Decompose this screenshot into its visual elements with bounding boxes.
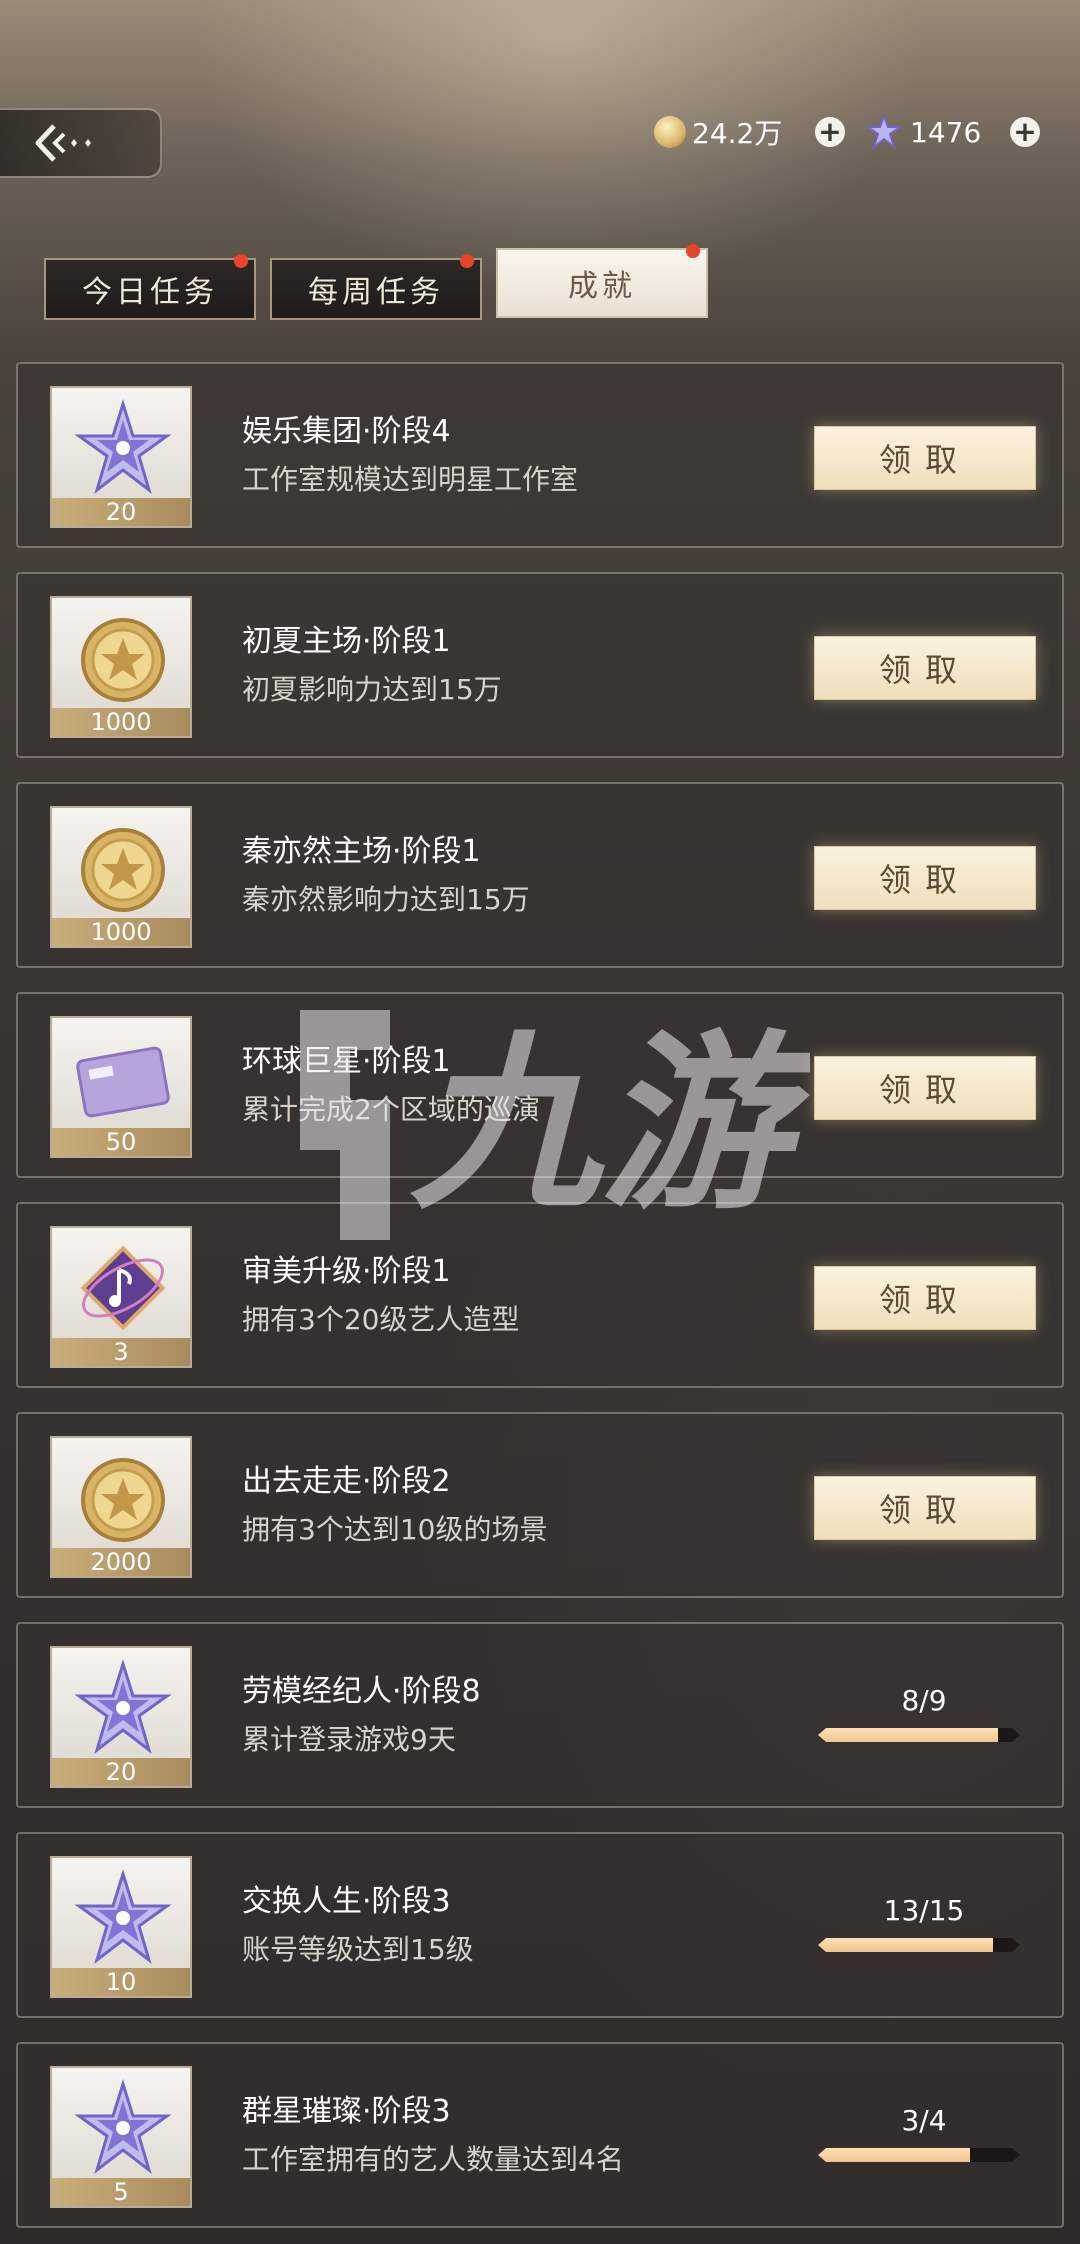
progress-bar [818,2148,1020,2162]
star-balance: 1476 [866,108,981,156]
progress-bar [818,1728,1020,1742]
reward-item[interactable]: 5 [50,2066,192,2208]
progress-text: 13/15 [883,1894,965,1927]
notification-dot [234,254,248,268]
star-amount: 1476 [910,115,982,149]
reward-count: 5 [52,2178,190,2206]
reward-item[interactable]: 1000 [50,806,192,948]
achievement-card: 20 劳模经纪人·阶段8 累计登录游戏9天 8/9 [16,1622,1064,1808]
reward-count: 3 [52,1338,190,1366]
coin-icon [81,828,165,912]
back-button[interactable] [0,108,162,178]
claim-button[interactable]: 领取 [814,1266,1036,1330]
claim-label: 领取 [878,651,971,689]
achievement-title: 娱乐集团·阶段4 [242,414,451,449]
achievement-description: 秦亦然影响力达到15万 [242,883,530,916]
plus-icon: + [815,117,845,147]
notification-dot [686,244,700,258]
achievement-title: 群星璀璨·阶段3 [242,2094,451,2129]
tab-achievements[interactable]: 成就 [496,244,708,318]
notification-dot [460,254,474,268]
reward-count: 1000 [52,708,190,736]
achievement-title: 劳模经纪人·阶段8 [242,1674,481,1709]
star-icon [74,1868,172,1965]
add-stars-button[interactable]: + [1010,108,1040,156]
achievement-card: 3 审美升级·阶段1 拥有3个20级艺人造型 领取 [16,1202,1064,1388]
achievement-title: 交换人生·阶段3 [242,1884,451,1919]
achievement-card: 1000 初夏主场·阶段1 初夏影响力达到15万 领取 [16,572,1064,758]
progress-text: 8/9 [901,1684,947,1717]
coin-amount: 24.2万 [692,117,783,150]
add-coins-button[interactable]: + [815,108,845,156]
progress-fill [818,1728,998,1742]
reward-item[interactable]: 2000 [50,1436,192,1578]
claim-label: 领取 [878,441,971,479]
claim-label: 领取 [878,1071,971,1109]
claim-label: 领取 [878,861,971,899]
tab-label: 每周任务 [308,275,444,310]
achievement-description: 账号等级达到15级 [242,1933,474,1966]
back-arrow-icon [35,124,91,162]
achievement-title: 秦亦然主场·阶段1 [242,834,481,869]
claim-button[interactable]: 领取 [814,1056,1036,1120]
achievement-card: 10 交换人生·阶段3 账号等级达到15级 13/15 [16,1832,1064,2018]
claim-button[interactable]: 领取 [814,636,1036,700]
reward-item[interactable]: 20 [50,1646,192,1788]
achievement-card: 1000 秦亦然主场·阶段1 秦亦然影响力达到15万 领取 [16,782,1064,968]
reward-item[interactable]: 20 [50,386,192,528]
claim-button[interactable]: 领取 [814,846,1036,910]
reward-count: 2000 [52,1548,190,1576]
reward-count: 20 [52,498,190,526]
tab-label: 今日任务 [82,275,218,310]
coin-icon [81,618,165,702]
progress-fill [818,1938,994,1952]
coin-balance: 24.2万 [654,108,782,156]
star-icon [74,398,172,495]
achievement-card: 20 娱乐集团·阶段4 工作室规模达到明星工作室 领取 [16,362,1064,548]
reward-item[interactable]: 10 [50,1856,192,1998]
reward-count: 50 [52,1128,190,1156]
claim-label: 领取 [878,1281,971,1319]
achievement-description: 工作室拥有的艺人数量达到4名 [242,2143,624,2176]
star-icon [866,114,902,150]
star-icon [74,1658,172,1755]
reward-count: 10 [52,1968,190,1996]
top-bar: 24.2万 + 1476 + [0,0,1080,178]
achievement-description: 拥有3个20级艺人造型 [242,1303,520,1336]
progress-bar [818,1938,1020,1952]
achievement-title: 初夏主场·阶段1 [242,624,451,659]
claim-label: 领取 [878,1491,971,1529]
achievement-title: 审美升级·阶段1 [242,1254,451,1289]
achievement-card: 5 群星璀璨·阶段3 工作室拥有的艺人数量达到4名 3/4 [16,2042,1064,2228]
progress-fill [818,2148,970,2162]
achievement-description: 工作室规模达到明星工作室 [242,463,579,496]
plus-icon: + [1010,117,1040,147]
reward-count: 1000 [52,918,190,946]
reward-count: 20 [52,1758,190,1786]
tab-label: 成就 [568,269,636,304]
tab-weekly[interactable]: 每周任务 [270,254,482,320]
coin-icon [81,1458,165,1542]
achievement-card: 2000 出去走走·阶段2 拥有3个达到10级的场景 领取 [16,1412,1064,1598]
claim-button[interactable]: 领取 [814,426,1036,490]
reward-item[interactable]: 1000 [50,596,192,738]
achievement-description: 拥有3个达到10级的场景 [242,1513,548,1546]
achievement-title: 环球巨星·阶段1 [242,1044,451,1079]
star-icon [74,2078,172,2175]
achievement-description: 累计登录游戏9天 [242,1723,456,1756]
vip-card-icon [76,1046,170,1118]
coin-icon [654,116,686,148]
achievement-card: 50 环球巨星·阶段1 累计完成2个区域的巡演 领取 [16,992,1064,1178]
achievement-description: 初夏影响力达到15万 [242,673,502,706]
progress-text: 3/4 [901,2104,947,2137]
music-note-icon [80,1245,166,1331]
achievement-description: 累计完成2个区域的巡演 [242,1093,540,1126]
achievement-title: 出去走走·阶段2 [242,1464,451,1499]
reward-item[interactable]: 50 [50,1016,192,1158]
claim-button[interactable]: 领取 [814,1476,1036,1540]
tab-daily[interactable]: 今日任务 [44,254,256,320]
reward-item[interactable]: 3 [50,1226,192,1368]
